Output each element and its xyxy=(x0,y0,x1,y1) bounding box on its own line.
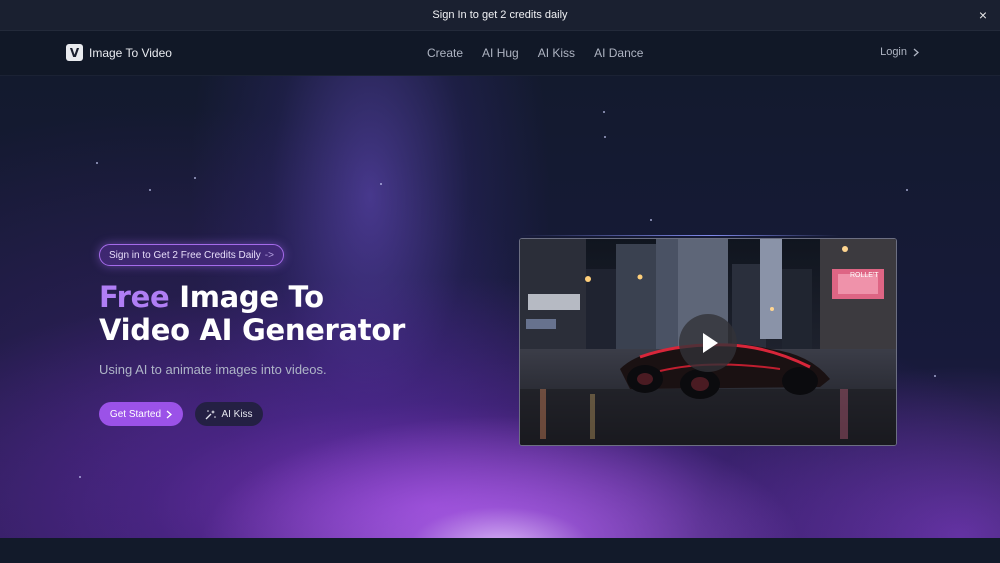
star-decoration xyxy=(934,375,936,377)
star-decoration xyxy=(194,177,196,179)
star-decoration xyxy=(149,189,151,191)
chevron-right-icon xyxy=(913,48,919,56)
title-line1: Image To xyxy=(169,280,324,314)
star-decoration xyxy=(603,111,605,113)
get-started-label: Get Started xyxy=(109,408,162,420)
badge-label: Sign in to Get 2 Free Credits Daily xyxy=(109,249,261,261)
brand-logo[interactable]: V Image To Video xyxy=(66,44,172,61)
nav-link-ai-kiss[interactable]: AI Kiss xyxy=(538,46,575,60)
page-bottom-strip xyxy=(0,538,1000,563)
sparkle-wand-icon xyxy=(205,409,217,419)
signin-credits-badge[interactable]: Sign in to Get 2 Free Credits Daily -> xyxy=(99,244,284,266)
star-decoration xyxy=(650,219,652,221)
star-decoration xyxy=(906,189,908,191)
ai-kiss-button[interactable]: AI Kiss xyxy=(195,402,263,426)
play-icon[interactable] xyxy=(679,314,737,372)
login-link[interactable]: Login xyxy=(880,46,919,58)
star-decoration xyxy=(380,183,382,185)
get-started-button[interactable]: Get Started xyxy=(99,402,183,426)
login-label: Login xyxy=(880,46,907,58)
top-banner: Sign In to get 2 credits daily × xyxy=(0,0,1000,31)
hero-section: Sign in to Get 2 Free Credits Daily -> F… xyxy=(0,76,1000,538)
video-accent-line xyxy=(519,235,839,236)
nav-link-ai-hug[interactable]: AI Hug xyxy=(482,46,519,60)
title-accent: Free xyxy=(99,280,170,314)
arrow-right-icon: -> xyxy=(264,249,274,261)
hero-subtitle: Using AI to animate images into videos. xyxy=(99,362,327,377)
video-preview[interactable]: ROLLE'T xyxy=(519,238,897,446)
close-icon[interactable]: × xyxy=(976,8,990,22)
nav-link-create[interactable]: Create xyxy=(427,46,463,60)
title-line2: Video AI Generator xyxy=(99,313,405,347)
star-decoration xyxy=(96,162,98,164)
ai-kiss-label: AI Kiss xyxy=(221,408,253,420)
hero-title: Free Image To Video AI Generator xyxy=(99,281,479,347)
star-decoration xyxy=(604,136,606,138)
brand-name: Image To Video xyxy=(89,45,172,60)
logo-icon: V xyxy=(66,44,83,61)
navbar: V Image To Video Create AI Hug AI Kiss A… xyxy=(0,31,1000,76)
billboard-text: ROLLE'T xyxy=(850,272,879,279)
nav-link-ai-dance[interactable]: AI Dance xyxy=(594,46,643,60)
nav-links: Create AI Hug AI Kiss AI Dance xyxy=(427,46,643,60)
star-decoration xyxy=(79,476,81,478)
chevron-right-icon xyxy=(166,410,173,418)
banner-text[interactable]: Sign In to get 2 credits daily xyxy=(432,9,567,21)
